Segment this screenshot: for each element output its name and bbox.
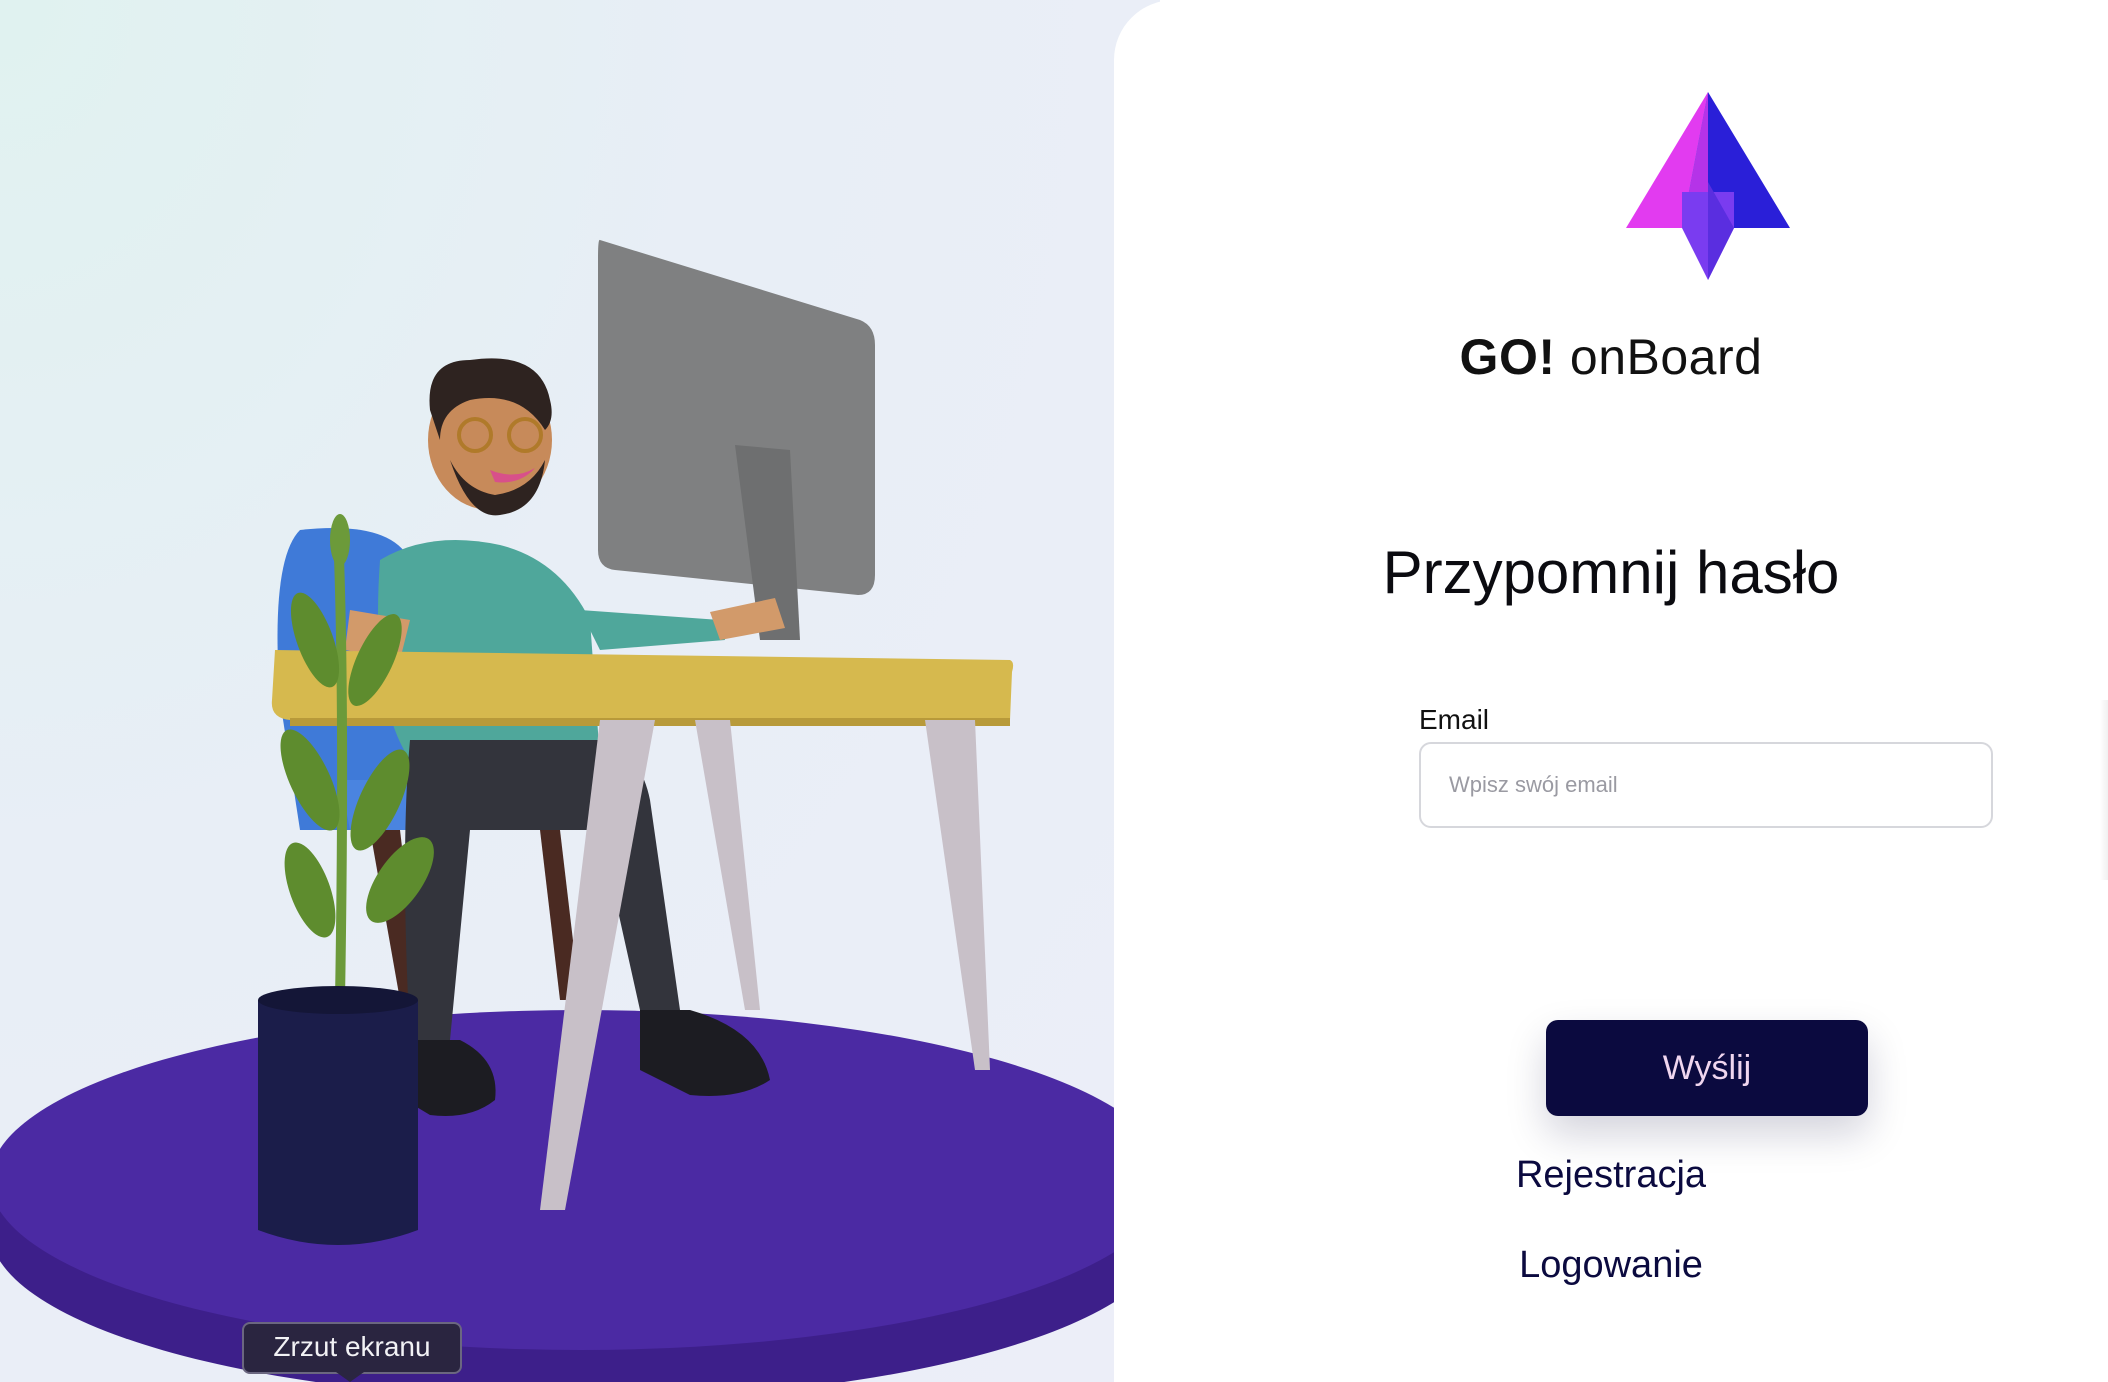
plant-pot bbox=[258, 1000, 418, 1245]
plant-leaf bbox=[330, 514, 350, 566]
illustration-panel bbox=[0, 0, 1160, 1382]
plant-pot-rim bbox=[258, 986, 418, 1014]
brand-name: GO! onBoard bbox=[1114, 328, 2108, 386]
desk-leg bbox=[925, 720, 990, 1070]
triangle-logo-icon bbox=[1626, 92, 1790, 280]
edge-shadow bbox=[2100, 700, 2108, 880]
login-link[interactable]: Logowanie bbox=[1114, 1244, 2108, 1287]
email-label: Email bbox=[1419, 704, 1490, 735]
register-link[interactable]: Rejestracja bbox=[1114, 1154, 2108, 1197]
monitor-back bbox=[598, 239, 875, 595]
tooltip-arrow bbox=[336, 1372, 364, 1382]
page-title: Przypomnij hasło bbox=[1382, 539, 1840, 606]
person-arm bbox=[580, 610, 725, 650]
screenshot-tooltip: Zrzut ekranu bbox=[242, 1322, 462, 1374]
brand-name-light: onBoard bbox=[1569, 329, 1763, 385]
form-panel: GO! onBoard Przypomnij hasło Email Wyśli… bbox=[1114, 0, 2108, 1382]
email-field[interactable] bbox=[1419, 742, 1993, 828]
plant-stem bbox=[333, 529, 348, 1001]
desk-leg bbox=[695, 720, 760, 1010]
brand-name-bold: GO! bbox=[1459, 329, 1556, 385]
person-shirt bbox=[378, 540, 600, 760]
person-at-desk-illustration bbox=[0, 239, 1160, 1382]
submit-button[interactable]: Wyślij bbox=[1546, 1020, 1868, 1116]
plant-leaf bbox=[284, 842, 336, 938]
